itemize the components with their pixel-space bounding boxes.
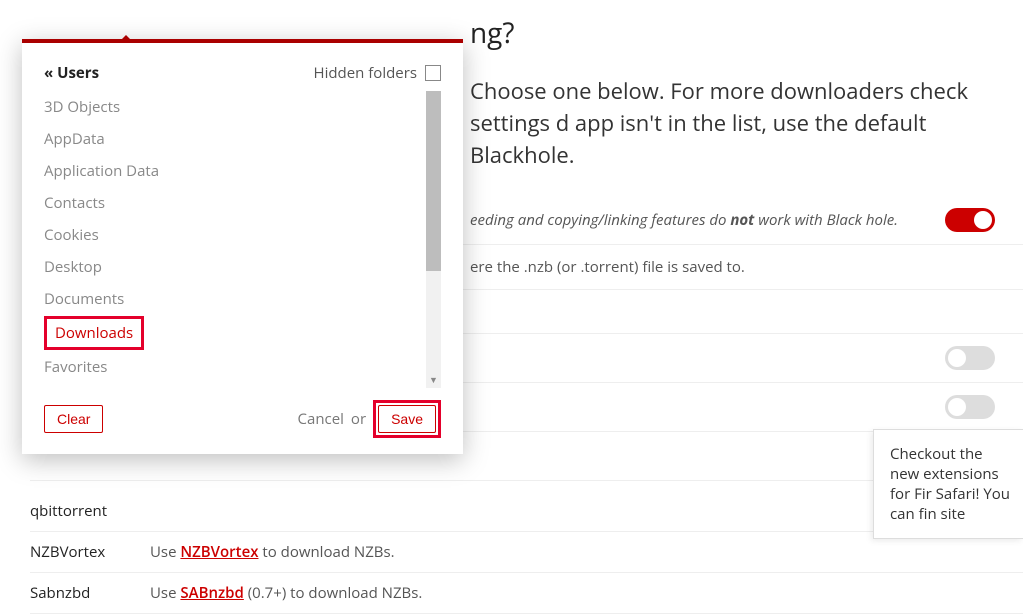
folder-item[interactable]: Downloads xyxy=(44,316,144,350)
blackhole-note-prefix: eeding and copying/linking features do xyxy=(470,210,730,230)
folder-item[interactable]: IntelGraphicsProfiles xyxy=(44,383,420,388)
hidden-folders-label: Hidden folders xyxy=(314,63,417,83)
downloader-desc-prefix: Use xyxy=(150,583,180,603)
folder-item[interactable]: 3D Objects xyxy=(44,91,420,123)
list-item: Sabnzbd Use SABnzbd (0.7+) to download N… xyxy=(30,573,1023,614)
scrollbar-thumb[interactable] xyxy=(426,91,441,271)
downloader-link[interactable]: NZBVortex xyxy=(180,542,258,562)
hidden-folders-checkbox[interactable] xyxy=(425,65,441,81)
downloader-name: Sabnzbd xyxy=(30,583,150,603)
or-text: or xyxy=(351,409,366,429)
blackhole-help: ere the .nzb (or .torrent) file is saved… xyxy=(470,257,745,277)
downloader-desc-suffix: (0.7+) to download NZBs. xyxy=(244,583,422,603)
folder-item[interactable]: AppData xyxy=(44,123,420,155)
folder-item[interactable]: Contacts xyxy=(44,187,420,219)
page-description: Choose one below. For more downloaders c… xyxy=(470,76,1023,172)
clear-button[interactable]: Clear xyxy=(44,405,103,433)
folder-item[interactable]: Desktop xyxy=(44,251,420,283)
notification-text: Checkout the new extensions for Fir Safa… xyxy=(890,444,1010,524)
downloader-name: NZBVortex xyxy=(30,542,150,562)
blackhole-toggle[interactable] xyxy=(945,208,995,232)
blackhole-note-bold: not xyxy=(730,210,754,230)
cancel-button[interactable]: Cancel xyxy=(298,409,344,429)
downloader-toggle[interactable] xyxy=(945,395,995,419)
save-highlight: Save xyxy=(373,400,441,438)
folder-item[interactable]: Documents xyxy=(44,283,420,315)
folder-scrollbar[interactable]: ▼ xyxy=(426,91,441,388)
folder-item[interactable]: Application Data xyxy=(44,155,420,187)
blackhole-note-suffix: work with Black hole. xyxy=(754,210,898,230)
folder-picker-dialog: « Users Hidden folders 3D ObjectsAppData… xyxy=(22,39,463,454)
notification-toast[interactable]: Checkout the new extensions for Fir Safa… xyxy=(873,429,1023,539)
downloader-link[interactable]: SABnzbd xyxy=(180,583,243,603)
save-button[interactable]: Save xyxy=(378,405,436,433)
downloader-desc-suffix: to download NZBs. xyxy=(259,542,395,562)
picker-breadcrumb[interactable]: « Users xyxy=(44,63,99,83)
page-title-fragment: ng? xyxy=(470,14,1023,52)
folder-item[interactable]: Favorites xyxy=(44,351,420,383)
scroll-down-icon[interactable]: ▼ xyxy=(429,373,438,386)
folder-item[interactable]: Cookies xyxy=(44,219,420,251)
downloader-name: qbittorrent xyxy=(30,501,150,521)
downloader-toggle[interactable] xyxy=(945,346,995,370)
folder-list: 3D ObjectsAppDataApplication DataContact… xyxy=(44,91,420,388)
downloader-desc-prefix: Use xyxy=(150,542,180,562)
